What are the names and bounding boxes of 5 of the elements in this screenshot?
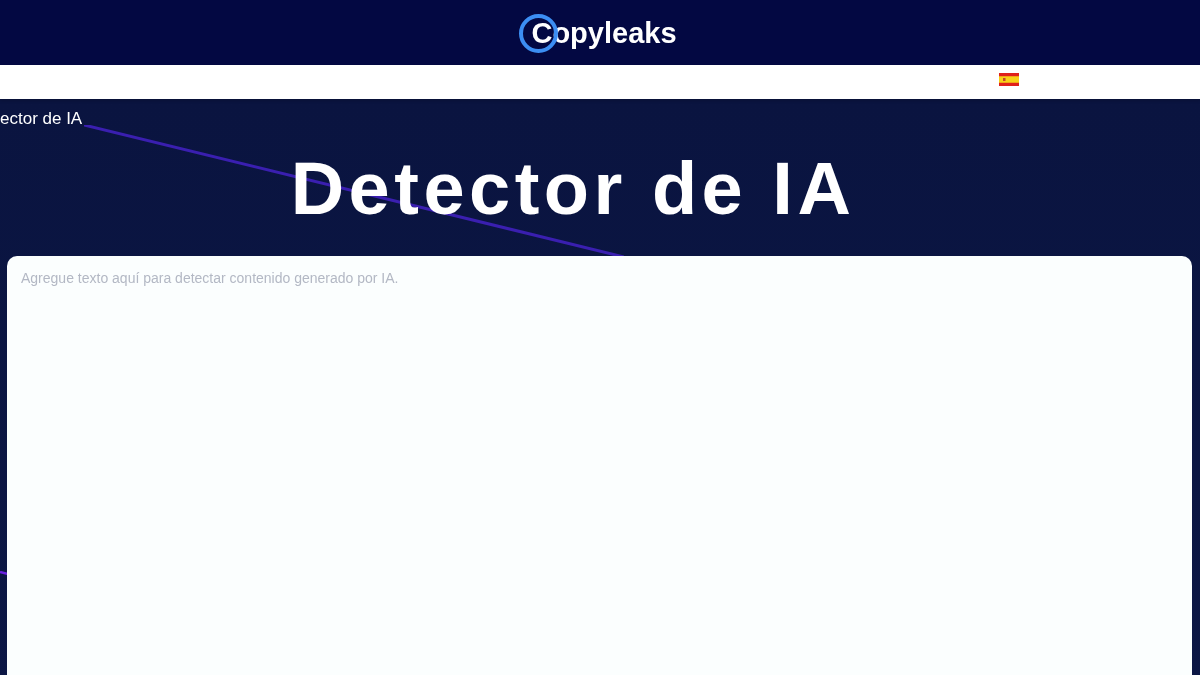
breadcrumb[interactable]: ector de IA [0,109,83,129]
background-line [0,571,8,575]
flag-icon[interactable] [999,73,1019,86]
page-title: Detector de IA [290,146,856,232]
text-input[interactable]: Agregue texto aquí para detectar contenido generado por IA. [7,256,1192,675]
